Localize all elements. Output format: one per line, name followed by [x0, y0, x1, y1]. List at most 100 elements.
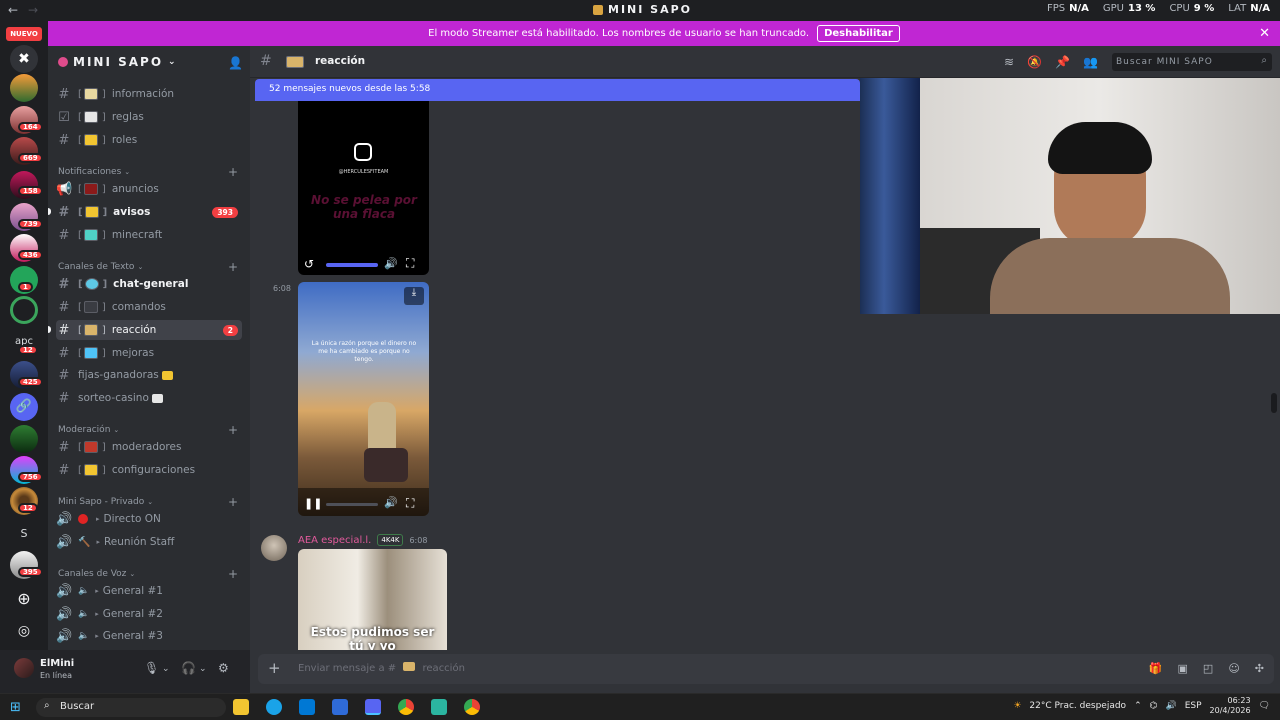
chevron-up-icon[interactable]: ⌃ [1134, 701, 1142, 711]
video-attachment[interactable]: ⤓ La única razón porque el dinero no me … [298, 282, 429, 516]
voice-channel-reunion-staff[interactable]: 🔊 🔨 ▸ Reunión Staff [56, 532, 242, 552]
discord-home-icon[interactable]: ✖ [10, 45, 38, 73]
channel-reaccion[interactable]: # [ ] reacción 2 [56, 320, 242, 340]
back-arrow-icon[interactable]: ← [8, 3, 18, 17]
server-icon[interactable] [10, 296, 38, 324]
gift-icon[interactable]: 🎁 [1149, 662, 1163, 675]
discover-icon[interactable]: ◎ [10, 617, 38, 645]
microphone-icon[interactable]: 🎙 [144, 661, 159, 675]
server-icon[interactable] [10, 425, 38, 453]
bell-muted-icon[interactable]: 🔕 [1027, 55, 1042, 69]
progress-bar[interactable] [326, 263, 378, 267]
members-icon[interactable]: 👥 [1083, 55, 1098, 69]
windows-start-icon[interactable]: ⊞ [10, 700, 21, 715]
fullscreen-icon[interactable]: ⛶ [406, 496, 414, 511]
taskbar-search[interactable]: ⌕ Buscar [36, 698, 226, 717]
server-icon[interactable] [10, 74, 38, 102]
category-notificaciones[interactable]: Notificaciones ⌄ + [58, 165, 244, 179]
server-letter[interactable]: S [10, 527, 38, 540]
pin-icon[interactable]: 📌 [1055, 55, 1070, 69]
channel-sorteo-casino[interactable]: # sorteo-casino [56, 388, 242, 408]
add-channel-icon[interactable]: + [228, 260, 238, 274]
scrollbar-thumb[interactable] [1271, 393, 1277, 413]
chevron-down-icon[interactable]: ⌄ [162, 664, 170, 674]
add-attachment-icon[interactable]: + [268, 659, 281, 677]
category-canales-voz[interactable]: Canales de Voz ⌄ + [58, 567, 244, 581]
channel-reglas[interactable]: ☑ [ ] reglas [56, 107, 242, 127]
forward-arrow-icon[interactable]: → [28, 3, 38, 17]
channel-minecraft[interactable]: # [ ] minecraft [56, 225, 242, 245]
category-privado[interactable]: Mini Sapo - Privado ⌄ + [58, 495, 244, 509]
channel-label: reglas [111, 111, 144, 123]
gear-icon[interactable]: ⚙ [218, 661, 229, 675]
channel-label: comandos [111, 301, 166, 313]
channel-informacion[interactable]: # [ ] información [56, 84, 242, 104]
volume-icon[interactable]: 🔊 [1165, 701, 1176, 711]
clock[interactable]: 06:23 20/4/2026 [1210, 696, 1251, 716]
voice-channel-general-3[interactable]: 🔊 🔈 ▸ General #3 [56, 626, 242, 646]
channel-chat-general[interactable]: # [ ] chat-general [56, 274, 242, 294]
emoji-icon[interactable]: ☺ [1228, 662, 1239, 675]
volume-icon[interactable]: 🔊 [384, 257, 398, 270]
apps-icon[interactable]: ✣ [1255, 662, 1264, 675]
progress-bar[interactable] [326, 503, 378, 506]
message-composer[interactable]: + Enviar mensaje a # reacción 🎁 ▣ ◰ ☺ ✣ [258, 654, 1274, 684]
channel-configuraciones[interactable]: # [ ] configuraciones [56, 460, 242, 480]
add-channel-icon[interactable]: + [228, 165, 238, 179]
headphones-icon[interactable]: 🎧 [181, 661, 196, 675]
link-icon[interactable]: 🔗 [10, 393, 38, 421]
volume-icon[interactable]: 🔊 [384, 496, 398, 509]
new-messages-bar[interactable]: 52 mensajes nuevos desde las 5:58 [255, 79, 860, 101]
notifications-icon[interactable]: 🗨 [1259, 701, 1270, 711]
file-explorer-icon[interactable] [233, 699, 249, 715]
sticker-icon[interactable]: ◰ [1203, 662, 1213, 675]
category-moderacion[interactable]: Moderación ⌄ + [58, 423, 244, 437]
avatar[interactable] [261, 535, 287, 561]
message-author[interactable]: AEA especial.l. [298, 535, 371, 546]
chevron-down-icon[interactable]: ⌄ [199, 664, 207, 674]
voice-channel-general-2[interactable]: 🔊 🔈 ▸ General #2 [56, 604, 242, 624]
edge-icon[interactable] [266, 699, 282, 715]
chevron-down-icon: ⌄ [124, 168, 131, 176]
replay-icon[interactable]: ↺ [304, 257, 314, 271]
download-icon[interactable]: ⤓ [404, 287, 424, 305]
app-icon[interactable] [431, 699, 447, 715]
search-input[interactable]: Buscar MINI SAPO ⌕ [1112, 53, 1272, 71]
channel-moderadores[interactable]: # [ ] moderadores [56, 437, 242, 457]
weather-text[interactable]: 22°C Prac. despejado [1029, 701, 1126, 711]
network-icon[interactable]: ⌬ [1150, 701, 1158, 711]
pause-icon[interactable]: ❚❚ [304, 497, 322, 510]
voice-channel-general-1[interactable]: 🔊 🔈 ▸ General #1 [56, 581, 242, 601]
gif-icon[interactable]: ▣ [1178, 662, 1188, 675]
chrome-icon[interactable] [398, 699, 414, 715]
video-attachment[interactable]: Estos pudimos ser tú y yo [298, 549, 447, 650]
add-channel-icon[interactable]: + [228, 423, 238, 437]
message-timestamp: 6:08 [409, 535, 428, 545]
channel-roles[interactable]: # [ ] roles [56, 130, 242, 150]
chrome-icon[interactable] [464, 699, 480, 715]
channel-mejoras[interactable]: # [ ] mejoras [56, 343, 242, 363]
store-icon[interactable] [299, 699, 315, 715]
invite-icon[interactable]: 👤 [228, 56, 243, 70]
add-channel-icon[interactable]: + [228, 495, 238, 509]
add-server-icon[interactable]: ⊕ [10, 585, 38, 613]
language-indicator[interactable]: ESP [1185, 701, 1202, 711]
fullscreen-icon[interactable]: ⛶ [406, 256, 414, 271]
disable-streamer-button[interactable]: Deshabilitar [817, 25, 900, 42]
add-channel-icon[interactable]: + [228, 567, 238, 581]
app-icon[interactable] [332, 699, 348, 715]
username[interactable]: ElMini [40, 658, 74, 669]
close-icon[interactable]: ✕ [1259, 26, 1270, 41]
channel-avisos[interactable]: # [ ] avisos 393 [56, 202, 242, 222]
discord-taskbar-icon[interactable] [365, 699, 381, 715]
category-canales-texto[interactable]: Canales de Texto ⌄ + [58, 260, 244, 274]
video-attachment[interactable]: @HERCULESFITEAM No se pelea por una flac… [298, 101, 429, 275]
server-name-header[interactable]: MINI SAPO ⌄ [58, 55, 178, 69]
channel-label: roles [111, 134, 138, 146]
channel-anuncios[interactable]: 📢 [ ] anuncios [56, 179, 242, 199]
channel-fijas-ganadoras[interactable]: # fijas-ganadoras [56, 365, 242, 385]
avatar[interactable] [14, 658, 34, 678]
threads-icon[interactable]: ≋ [1004, 55, 1014, 69]
voice-channel-directo-on[interactable]: 🔊 ▸ Directo ON [56, 509, 242, 529]
channel-comandos[interactable]: # [ ] comandos [56, 297, 242, 317]
